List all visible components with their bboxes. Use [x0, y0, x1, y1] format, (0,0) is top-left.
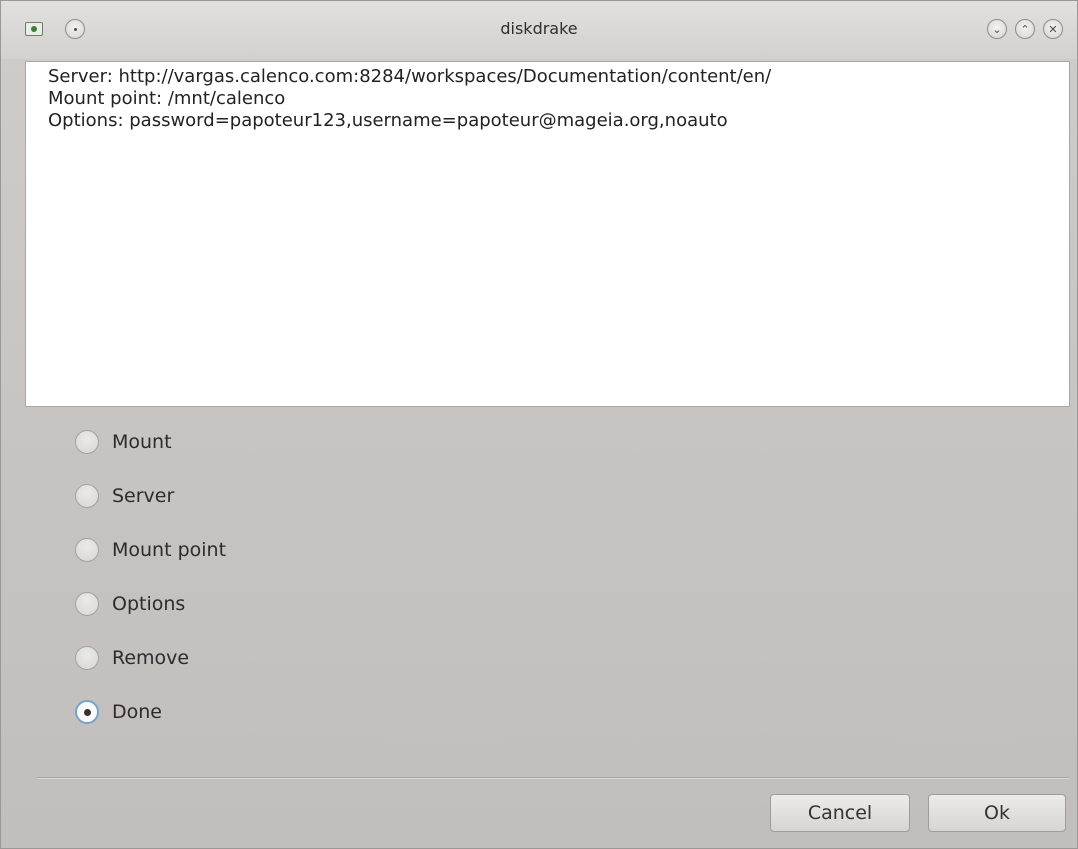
radio-option-done[interactable]: Done [75, 697, 162, 727]
window-title: diskdrake [500, 19, 578, 38]
radio-label: Options [112, 593, 186, 615]
radio-option-remove[interactable]: Remove [75, 643, 189, 673]
details-text-area[interactable]: Server: http://vargas.calenco.com:8284/w… [25, 61, 1070, 407]
radio-button[interactable] [75, 484, 99, 508]
close-icon[interactable]: ✕ [1043, 19, 1063, 39]
radio-option-server[interactable]: Server [75, 481, 174, 511]
radio-option-options[interactable]: Options [75, 589, 185, 619]
server-line: Server: http://vargas.calenco.com:8284/w… [48, 66, 772, 87]
separator [37, 777, 1069, 779]
radio-label: Mount point [112, 539, 227, 561]
cancel-button[interactable]: Cancel [770, 794, 910, 832]
diskdrake-window: diskdrake ⌄ ⌃ ✕ Server: http://vargas.ca… [0, 0, 1078, 849]
radio-option-mount[interactable]: Mount [75, 427, 172, 457]
radio-button[interactable] [75, 646, 99, 670]
radio-label: Mount [112, 431, 172, 453]
radio-button[interactable] [75, 592, 99, 616]
title-bar[interactable]: diskdrake ⌄ ⌃ ✕ [1, 1, 1077, 59]
radio-button[interactable] [75, 538, 99, 562]
options-line: Options: password=papoteur123,username=p… [48, 110, 728, 131]
ok-button[interactable]: Ok [928, 794, 1066, 832]
mount-point-line: Mount point: /mnt/calenco [48, 88, 286, 109]
minimize-icon[interactable]: ⌄ [987, 19, 1007, 39]
radio-option-mount-point[interactable]: Mount point [75, 535, 226, 565]
maximize-icon[interactable]: ⌃ [1015, 19, 1035, 39]
radio-label: Done [112, 701, 162, 723]
radio-button[interactable] [75, 430, 99, 454]
radio-button-checked[interactable] [75, 700, 99, 724]
radio-label: Server [112, 485, 175, 507]
radio-label: Remove [112, 647, 190, 669]
